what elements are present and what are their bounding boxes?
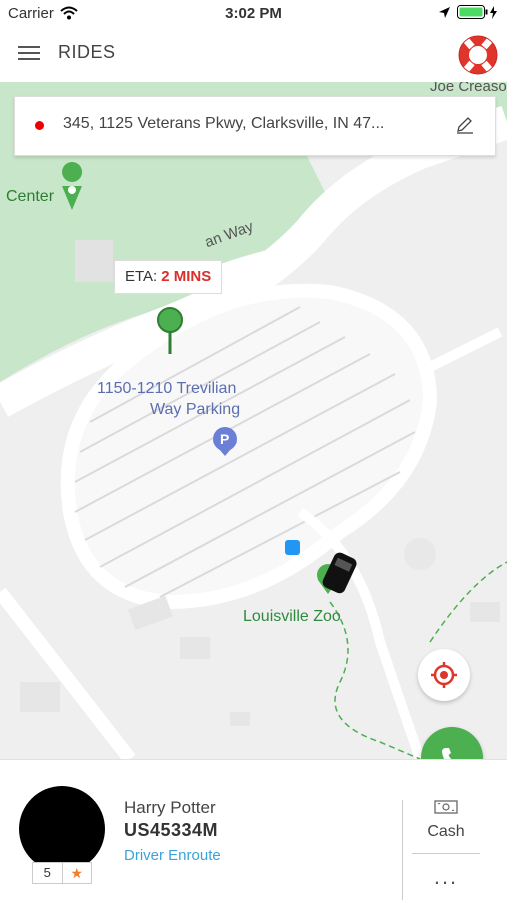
status-bar: Carrier 3:02 PM — [0, 0, 507, 28]
pickup-address-bar[interactable]: 345, 1125 Veterans Pkwy, Clarksville, IN… — [14, 96, 496, 156]
map-label-joe: Joe Creaso — [430, 82, 507, 95]
recenter-button[interactable] — [418, 649, 470, 701]
map-label-parking-line2: Way Parking — [150, 401, 241, 418]
edit-pencil-icon[interactable] — [455, 115, 475, 135]
driver-rating: 5 ★ — [32, 862, 92, 884]
map-label-parking-line1: 1150-1210 Trevilian — [97, 380, 237, 397]
page-title: RIDES — [58, 42, 116, 62]
divider — [412, 853, 480, 854]
nav-bar: RIDES — [0, 28, 507, 83]
location-arrow-icon — [439, 7, 450, 18]
target-icon — [431, 662, 457, 688]
hamburger-icon[interactable] — [18, 46, 40, 62]
clock: 3:02 PM — [225, 5, 282, 22]
map-label-zoo: Louisville Zoo — [243, 608, 341, 625]
driver-avatar — [19, 786, 105, 872]
pickup-dot-icon — [35, 121, 44, 130]
driver-status: Driver Enroute — [124, 847, 221, 864]
cash-icon — [434, 800, 458, 814]
eta-value: 2 MINS — [161, 268, 212, 285]
more-options-button[interactable]: ... — [412, 864, 480, 890]
eta-label: ETA: — [125, 268, 158, 285]
map-view[interactable]: P Center an Way 1150-1210 Trevilian Way … — [0, 82, 507, 759]
star-icon: ★ — [70, 865, 84, 881]
lifebuoy-icon[interactable] — [457, 34, 499, 76]
battery-icon — [457, 5, 497, 19]
rating-value: 5 — [33, 863, 63, 883]
pickup-address-text: 345, 1125 Veterans Pkwy, Clarksville, IN… — [63, 115, 385, 132]
map-label-center: Center — [6, 188, 55, 205]
svg-text:P: P — [220, 431, 229, 447]
vehicle-id: US45334M — [124, 820, 219, 840]
eta-tooltip: ETA: 2 MINS — [114, 260, 223, 294]
payment-method-button[interactable]: Cash — [412, 800, 480, 841]
driver-panel: 5 ★ Harry Potter US45334M Driver Enroute… — [0, 759, 507, 901]
divider — [402, 800, 403, 900]
driver-name: Harry Potter — [124, 798, 216, 817]
pickup-pin-icon[interactable] — [156, 306, 184, 356]
payment-method-label: Cash — [427, 823, 465, 840]
